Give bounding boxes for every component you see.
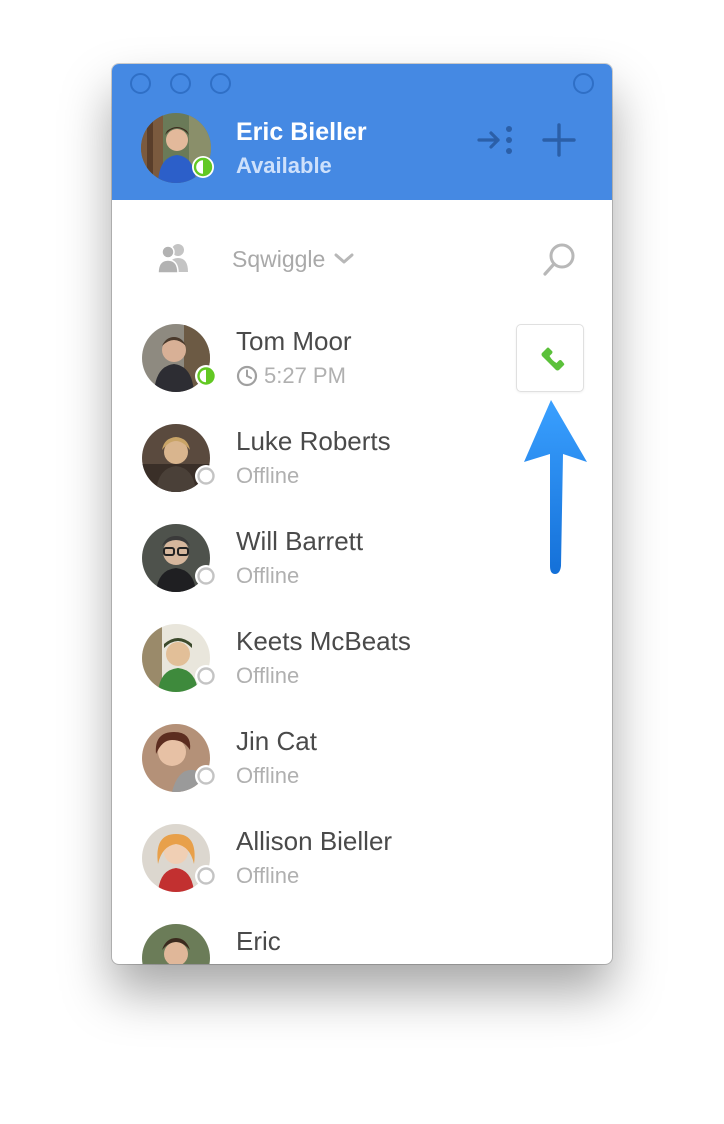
contact-row[interactable]: Allison Bieller Offline — [112, 814, 612, 914]
contact-name: Will Barrett — [236, 526, 364, 556]
user-status-indicator — [192, 156, 214, 178]
presence-offline-icon — [195, 465, 217, 487]
presence-offline-icon — [195, 865, 217, 887]
contact-name: Luke Roberts — [236, 426, 391, 456]
user-name: Eric Bieller — [236, 118, 367, 146]
group-users-icon[interactable] — [156, 240, 192, 276]
chevron-down-icon — [334, 253, 354, 264]
header-bar: Eric Bieller Available — [112, 64, 612, 200]
presence-offline-icon — [195, 565, 217, 587]
contact-status: Offline — [236, 863, 300, 888]
contact-status: Offline — [236, 663, 300, 688]
contact-status: Offline — [236, 763, 300, 788]
call-button[interactable] — [516, 324, 584, 392]
add-button[interactable] — [539, 122, 579, 162]
contact-name: Tom Moor — [236, 326, 352, 356]
contact-avatar — [142, 924, 210, 964]
contact-row[interactable]: Keets McBeats Offline — [112, 614, 612, 714]
presence-offline-icon — [195, 765, 217, 787]
group-toolbar: Sqwiggle — [112, 200, 612, 310]
search-icon — [543, 243, 575, 276]
contact-status: Offline — [236, 463, 300, 488]
phone-icon — [541, 347, 565, 371]
search-button[interactable] — [540, 240, 580, 280]
contact-name: Keets McBeats — [236, 626, 411, 656]
group-name: Sqwiggle — [232, 245, 326, 272]
contact-status: Offline — [236, 563, 300, 588]
contact-name: Allison Bieller — [236, 826, 393, 856]
contact-name: Jin Cat — [236, 726, 317, 756]
contact-row[interactable]: Jin Cat Offline — [112, 714, 612, 814]
clock-icon — [236, 365, 258, 387]
arrow-up-icon — [524, 400, 587, 574]
zoom-icon[interactable] — [210, 73, 231, 94]
group-dropdown[interactable]: Sqwiggle — [232, 244, 355, 274]
exit-room-icon — [477, 126, 512, 154]
fullscreen-icon[interactable] — [573, 73, 594, 94]
minimize-icon[interactable] — [170, 73, 191, 94]
contact-row[interactable]: Eric — [112, 914, 612, 964]
exit-room-button[interactable] — [476, 122, 516, 162]
user-status-text[interactable]: Available — [236, 153, 332, 179]
close-icon[interactable] — [130, 73, 151, 94]
presence-available-icon — [195, 365, 217, 387]
presence-offline-icon — [195, 665, 217, 687]
plus-icon — [542, 123, 576, 157]
contact-name: Eric — [236, 926, 281, 956]
contact-local-time: 5:27 PM — [236, 363, 346, 389]
